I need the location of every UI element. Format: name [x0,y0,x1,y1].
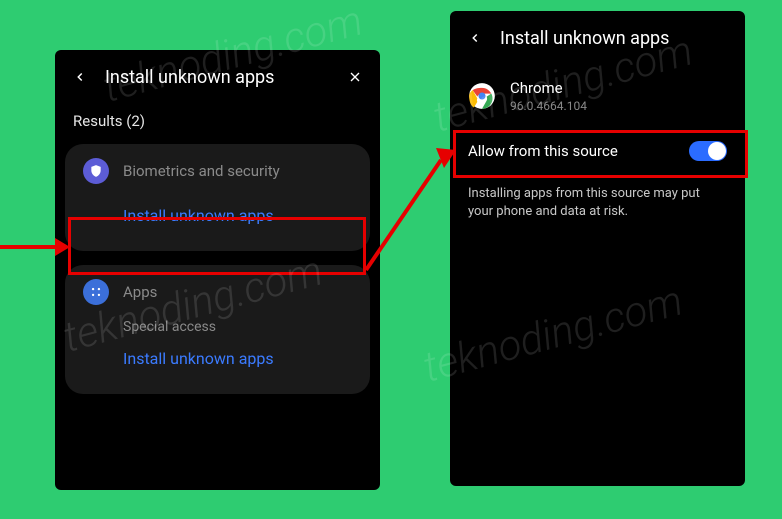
chrome-icon [468,82,496,110]
card-header-label: Biometrics and security [123,162,280,180]
results-count: Results (2) [55,104,380,144]
settings-card-apps: Apps Special access Install unknown apps [65,265,370,394]
toggle-knob [708,142,726,160]
card-header-label: Apps [123,283,157,301]
special-access-label: Special access [73,315,362,337]
header: Install unknown apps [450,11,745,65]
card-header: Apps [73,279,362,315]
toggle-label: Allow from this source [468,142,618,160]
back-icon[interactable] [69,66,91,88]
close-icon[interactable] [344,66,366,88]
page-title: Install unknown apps [500,28,731,49]
allow-source-toggle[interactable] [689,141,727,161]
apps-icon [83,279,109,305]
allow-source-row: Allow from this source [450,127,745,175]
app-version: 96.0.4664.104 [510,99,587,113]
install-unknown-apps-link[interactable]: Install unknown apps [73,337,362,380]
app-info-row: Chrome 96.0.4664.104 [450,65,745,127]
shield-icon [83,158,109,184]
settings-card-biometrics: Biometrics and security Install unknown … [65,144,370,251]
warning-text: Installing apps from this source may put… [450,175,745,231]
card-header: Biometrics and security [73,158,362,194]
phone-screenshot-left: Install unknown apps Results (2) Biometr… [55,50,380,490]
app-name: Chrome [510,79,587,97]
header: Install unknown apps [55,50,380,104]
back-icon[interactable] [464,27,486,49]
page-title: Install unknown apps [105,67,344,88]
phone-screenshot-right: Install unknown apps Chrome 96.0.4664.10… [450,11,745,486]
install-unknown-apps-link[interactable]: Install unknown apps [73,194,362,237]
app-info: Chrome 96.0.4664.104 [510,79,587,113]
